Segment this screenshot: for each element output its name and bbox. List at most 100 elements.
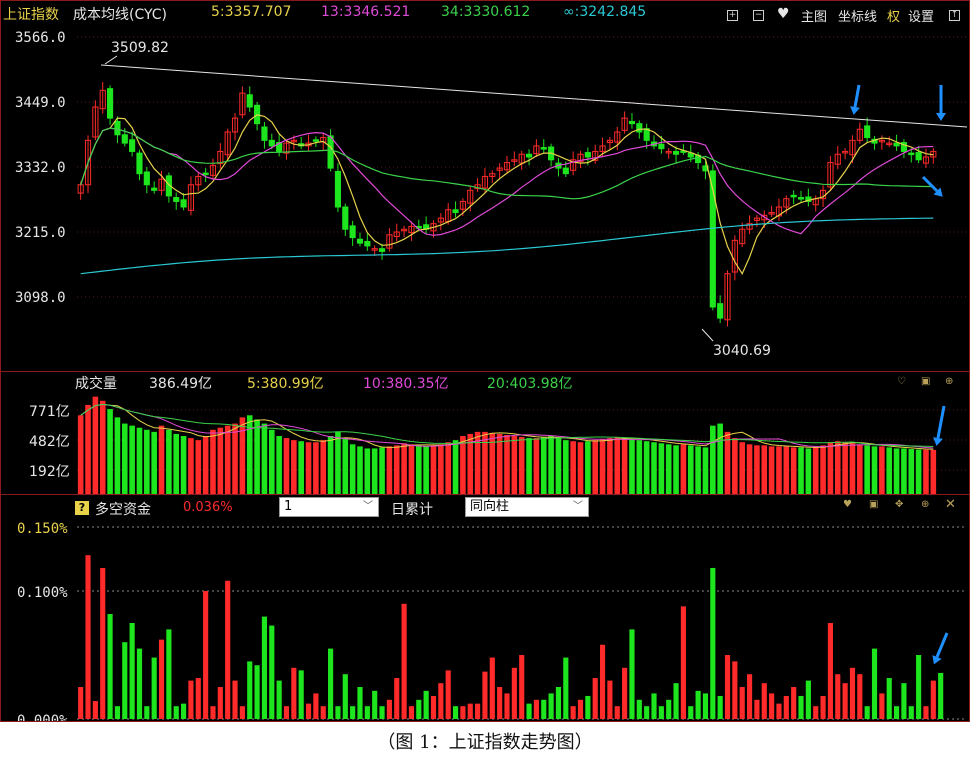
volume-bar <box>901 448 907 494</box>
volume-bar <box>702 447 709 494</box>
volume-bar <box>188 438 194 494</box>
flow-bar <box>408 706 415 719</box>
plus-icon[interactable]: + <box>727 10 738 21</box>
flow-bar <box>739 687 745 719</box>
candle-body <box>129 139 136 152</box>
volume-bar <box>261 423 268 494</box>
flow-bar <box>702 693 709 719</box>
volume-bar <box>511 436 518 494</box>
close-icon[interactable]: ✕ <box>945 497 956 512</box>
axis-line-button[interactable]: 坐标线 <box>838 6 877 25</box>
flow-bar <box>482 671 488 719</box>
flow-bar <box>232 680 238 719</box>
main-chart-button[interactable]: 主图 <box>801 6 827 25</box>
flow-bar <box>585 695 591 719</box>
settings-button[interactable]: 设置 <box>908 6 934 25</box>
candle-body <box>364 240 371 247</box>
volume-panel[interactable]: 771亿 482亿 192亿 成交量 386.49亿 5:380.99亿 10:38… <box>0 371 970 495</box>
volume-bar <box>313 442 319 494</box>
candle-body <box>525 153 533 158</box>
volume-bar <box>254 419 260 494</box>
volume-bar <box>805 448 812 494</box>
volume-bar <box>371 448 378 494</box>
volume-bar <box>239 417 246 494</box>
flow-axis-label: 0.000% <box>17 713 68 721</box>
volume-bar <box>570 441 576 494</box>
flow-bar <box>651 693 657 719</box>
volume-bar <box>820 445 826 494</box>
flow-bar <box>519 655 525 719</box>
volume-bar <box>577 442 584 494</box>
volume-bar <box>746 444 753 494</box>
flow-bar <box>452 706 459 719</box>
volume-bar <box>798 447 804 494</box>
candle-body <box>628 120 636 125</box>
volume-bar <box>77 415 84 494</box>
flow-bar <box>717 695 723 719</box>
flow-pin-icon[interactable]: ✥ <box>895 499 903 510</box>
price-axis-label: 3215.0 <box>15 225 66 241</box>
volume-bar <box>452 440 459 494</box>
volume-bar <box>357 446 363 494</box>
flow-bar <box>857 674 863 719</box>
heart-icon[interactable]: ♥ <box>777 6 790 22</box>
flow-bar <box>886 678 892 719</box>
volume-bar <box>180 436 187 494</box>
flow-bar <box>166 629 172 719</box>
volume-bar <box>563 440 569 494</box>
flow-settings-icon[interactable]: ▣ <box>869 499 878 510</box>
volume-bar <box>834 441 841 494</box>
mode-select[interactable]: 同向柱 ﹀ <box>465 497 589 517</box>
flow-bar <box>835 674 841 719</box>
flow-bar <box>283 706 290 719</box>
volume-value: 386.49亿 <box>149 376 212 392</box>
volume-ma20: 20:403.98亿 <box>487 376 573 392</box>
fund-flow-title: 多空资金 <box>95 502 151 518</box>
candle-body <box>658 143 665 150</box>
flow-bar <box>416 699 422 719</box>
volume-bar <box>533 438 540 494</box>
candle-body <box>636 123 643 133</box>
volume-arrow-icon-head <box>933 437 943 446</box>
chevron-down-icon: ﹀ <box>573 501 583 512</box>
volume-bar <box>812 447 819 494</box>
volume-bar <box>636 440 643 494</box>
volume-bar <box>923 449 929 494</box>
volume-bar <box>651 442 657 494</box>
minus-icon[interactable]: − <box>753 10 764 21</box>
flow-bar <box>357 687 363 719</box>
candle-body <box>261 126 268 141</box>
ma34-value: 34:3330.612 <box>441 4 531 20</box>
volume-heart-icon[interactable]: ♡ <box>897 376 906 387</box>
flow-bar <box>599 644 606 719</box>
flow-bar <box>158 639 165 719</box>
volume-bar <box>687 445 694 494</box>
export-icon[interactable]: ↑ <box>949 10 960 21</box>
mode-select-value: 同向柱 <box>470 499 510 514</box>
help-icon[interactable]: ? <box>75 501 89 515</box>
candle-body <box>584 152 591 158</box>
volume-bar <box>607 438 613 494</box>
fund-flow-panel[interactable]: 0.150% 0.100% 0.000% ? 多空资金 0.036% 1 ﹀ 日累计… <box>0 494 970 722</box>
price-panel[interactable]: 3566.0 3449.0 3332.0 3215.0 3098.0 上证指数 成本均线… <box>0 0 970 372</box>
volume-title: 成交量 <box>75 376 117 392</box>
candle-body <box>268 139 275 147</box>
volume-bar <box>585 441 591 494</box>
volume-bar <box>335 431 341 494</box>
candle-body <box>246 94 253 108</box>
flow-bar <box>636 699 642 719</box>
volume-settings-icon[interactable]: ▣ <box>921 376 930 387</box>
candle-body <box>312 139 319 142</box>
period-select[interactable]: 1 ﹀ <box>279 497 379 517</box>
flow-bar <box>658 706 664 719</box>
volume-bar <box>423 446 429 494</box>
flow-zoom-icon[interactable]: ⊕ <box>921 499 929 510</box>
volume-zoom-icon[interactable]: ⊕ <box>945 376 953 387</box>
candle-body <box>378 248 386 252</box>
flow-bar <box>78 687 84 719</box>
flow-heart-icon[interactable]: ♥ <box>843 499 852 510</box>
volume-bar <box>202 436 209 494</box>
volume-bar <box>665 444 672 494</box>
volume-bar <box>195 440 202 494</box>
rights-button[interactable]: 权 <box>887 6 900 25</box>
